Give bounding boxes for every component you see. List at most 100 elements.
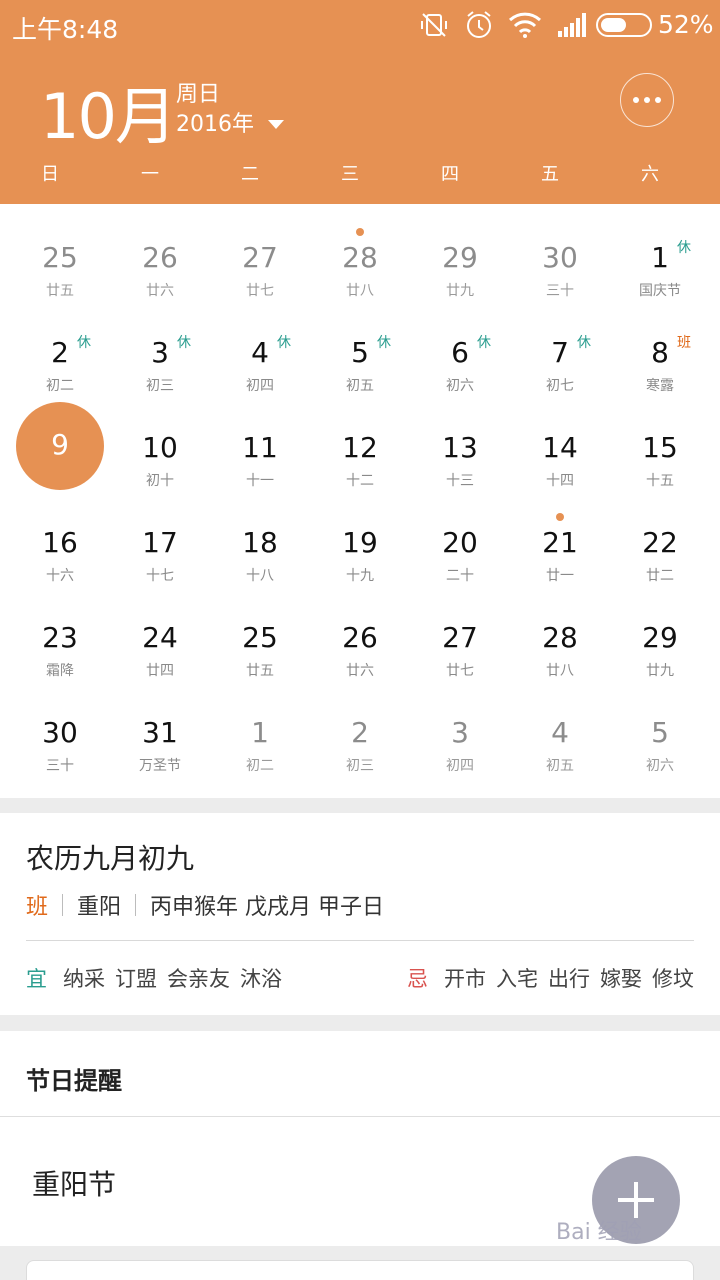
status-time: 上午8:48 [12,15,119,44]
day-cell[interactable]: 17 十七 [110,489,210,584]
work-day-badge: 班 [677,335,691,351]
day-cell[interactable]: 29 廿九 [410,204,510,299]
day-cell[interactable]: 9 [10,394,110,490]
weekday-header: 五 [541,164,559,185]
lunar-label: 万圣节 [139,758,181,774]
weekday-header: 二 [241,164,259,185]
day-cell[interactable]: 7 初七 休 [510,299,610,394]
day-number: 4 [251,336,269,369]
day-cell[interactable]: 4 初五 [510,679,610,774]
lunar-label: 廿二 [646,568,674,584]
day-cell[interactable]: 23 霜降 [10,584,110,679]
day-cell[interactable]: 8 寒露 班 [610,299,710,394]
holiday-badge: 休 [677,240,691,256]
day-number: 20 [442,526,478,559]
lunar-label: 廿七 [246,283,274,299]
calendar-app: 上午8:48 52% 10月 周日 2016年 日 一 二 三 四 五 六 25… [0,0,720,1280]
watermark-text: Bai 经验 [556,1220,642,1245]
day-number: 6 [451,336,469,369]
day-number: 5 [651,716,669,749]
suitable-label: 宜 [26,967,47,991]
weekday-header-row: 日 一 二 三 四 五 六 [0,160,720,194]
month-title[interactable]: 10月 [40,66,177,156]
day-number: 19 [342,526,378,559]
avoid-item: 修坟 [652,967,694,991]
avoid-item: 入宅 [496,967,538,991]
day-cell[interactable]: 11 十一 [210,394,310,489]
status-icons [418,8,588,42]
lunar-label: 初十 [146,473,174,489]
day-cell[interactable]: 18 十八 [210,489,310,584]
day-cell[interactable]: 13 十三 [410,394,510,489]
day-number: 26 [342,621,378,654]
festival-item[interactable]: 重阳节 [32,1163,116,1203]
holiday-badge: 休 [577,335,591,351]
year-selector[interactable]: 2016年 [176,106,284,138]
lunar-label: 廿八 [346,283,374,299]
battery-fill [601,18,626,32]
day-cell[interactable]: 12 十二 [310,394,410,489]
day-cell[interactable]: 30 三十 [10,679,110,774]
suitable-item: 纳采 [63,967,105,991]
avoid-item: 嫁娶 [600,967,642,991]
day-cell[interactable]: 22 廿二 [610,489,710,584]
holiday-badge: 休 [177,335,191,351]
lunar-label: 初三 [346,758,374,774]
day-cell[interactable]: 25 廿五 [210,584,310,679]
day-cell[interactable]: 25 廿五 [10,204,110,299]
day-number: 10 [142,431,178,464]
year-label: 2016年 [176,112,254,137]
weekday-header: 三 [341,164,359,185]
day-number: 27 [442,621,478,654]
event-dot-icon [556,513,564,521]
day-cell[interactable]: 16 十六 [10,489,110,584]
day-number: 24 [142,621,178,654]
day-cell[interactable]: 29 廿九 [610,584,710,679]
day-cell[interactable]: 19 十九 [310,489,410,584]
holiday-badge: 休 [77,335,91,351]
day-cell[interactable]: 24 廿四 [110,584,210,679]
lunar-label: 廿六 [146,283,174,299]
suitable-list: 宜 纳采 订盟 会亲友 沐浴 [26,963,282,993]
day-cell[interactable]: 30 三十 [510,204,610,299]
lunar-label: 廿八 [546,663,574,679]
day-number: 28 [542,621,578,654]
day-cell[interactable]: 2 初二 休 [10,299,110,394]
day-cell[interactable]: 26 廿六 [110,204,210,299]
day-cell[interactable]: 15 十五 [610,394,710,489]
day-cell[interactable]: 4 初四 休 [210,299,310,394]
day-cell[interactable]: 1 初二 [210,679,310,774]
day-cell[interactable]: 10 初十 [110,394,210,489]
day-cell[interactable]: 6 初六 休 [410,299,510,394]
suitable-item: 会亲友 [167,967,230,991]
day-cell[interactable]: 14 十四 [510,394,610,489]
day-cell[interactable]: 2 初三 [310,679,410,774]
day-cell[interactable]: 27 廿七 [410,584,510,679]
lunar-label: 初七 [546,378,574,394]
day-cell[interactable]: 5 初六 [610,679,710,774]
divider [135,894,137,916]
day-cell[interactable]: 3 初三 休 [110,299,210,394]
day-cell[interactable]: 27 廿七 [210,204,310,299]
day-cell[interactable]: 21 廿一 [510,489,610,584]
avoid-item: 开市 [444,967,486,991]
more-options-button[interactable] [620,73,674,127]
lunar-label: 廿六 [346,663,374,679]
day-cell[interactable]: 28 廿八 [310,204,410,299]
day-number: 7 [551,336,569,369]
lunar-label: 廿七 [446,663,474,679]
day-cell[interactable]: 26 廿六 [310,584,410,679]
day-cell[interactable]: 31 万圣节 [110,679,210,774]
day-cell[interactable]: 1 国庆节 休 [610,204,710,299]
day-number: 13 [442,431,478,464]
lunar-label: 廿五 [246,663,274,679]
day-cell[interactable]: 5 初五 休 [310,299,410,394]
day-number: 27 [242,241,278,274]
lunar-label: 初二 [46,378,74,394]
day-cell[interactable]: 20 二十 [410,489,510,584]
day-cell[interactable]: 28 廿八 [510,584,610,679]
day-number: 2 [51,336,69,369]
day-number: 4 [551,716,569,749]
day-cell[interactable]: 3 初四 [410,679,510,774]
lunar-label: 三十 [46,758,74,774]
